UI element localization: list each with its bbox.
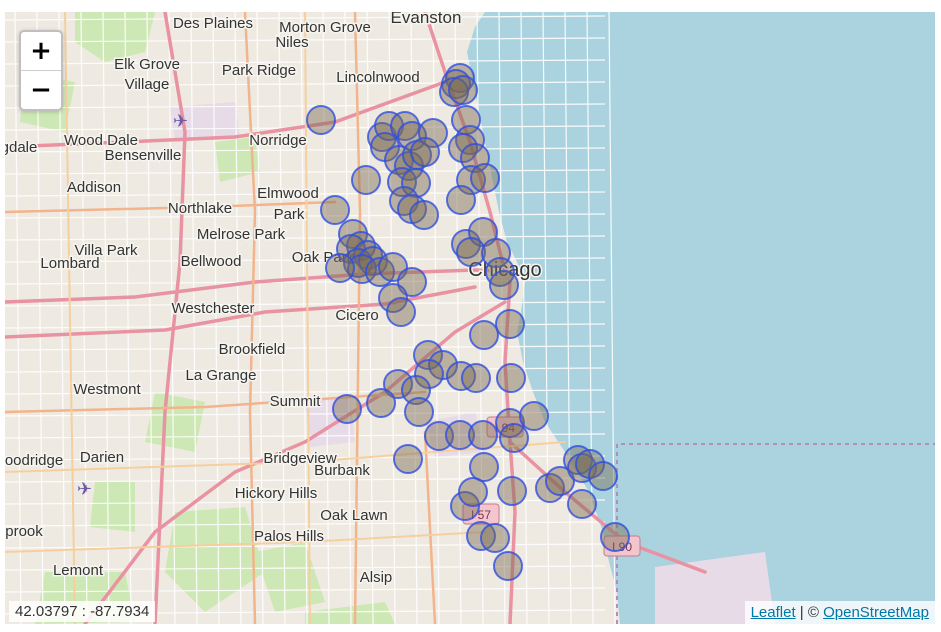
zoom-in-button[interactable]: +	[21, 32, 61, 70]
circle-marker[interactable]	[499, 423, 529, 453]
place-label: Melrose Park	[197, 226, 286, 243]
coordinate-readout: 42.03797 : -87.7934	[9, 601, 156, 622]
place-label: Lincolnwood	[336, 69, 419, 86]
circle-marker[interactable]	[306, 105, 336, 135]
openstreetmap-link[interactable]: OpenStreetMap	[823, 604, 929, 621]
place-label: prook	[5, 523, 43, 540]
circle-marker[interactable]	[409, 200, 439, 230]
circle-marker[interactable]	[495, 309, 525, 339]
place-label: Elk Grove	[114, 56, 180, 73]
place-label: oodridge	[5, 452, 63, 469]
circle-marker[interactable]	[393, 444, 423, 474]
circle-marker[interactable]	[351, 165, 381, 195]
place-label: Darien	[80, 449, 124, 466]
circle-marker[interactable]	[456, 237, 486, 267]
circle-marker[interactable]	[497, 476, 527, 506]
circle-marker[interactable]	[600, 522, 630, 552]
place-label: Lombard	[40, 255, 99, 272]
place-label: Alsip	[360, 569, 393, 586]
place-label: Lemont	[53, 562, 104, 579]
airport-icon: ✈	[173, 111, 188, 132]
circle-marker[interactable]	[469, 452, 499, 482]
attribution-separator: | ©	[795, 604, 824, 621]
circle-marker[interactable]	[588, 461, 618, 491]
place-label: Brookfield	[219, 341, 286, 358]
place-label: Westmont	[73, 381, 141, 398]
circle-marker[interactable]	[448, 75, 478, 105]
place-label: Summit	[270, 393, 322, 410]
map-container[interactable]: ✈ ✈ I 94 I 57 I 90 Des Plaines Morton Grove…	[5, 12, 935, 624]
lake-michigan	[467, 12, 935, 624]
place-label: Cicero	[335, 307, 378, 324]
place-label: Park Ridge	[222, 62, 296, 79]
place-label: Burbank	[314, 462, 370, 479]
circle-marker[interactable]	[366, 388, 396, 418]
place-label: Northlake	[168, 200, 232, 217]
zoom-control: + −	[19, 30, 63, 111]
place-label: La Grange	[186, 367, 257, 384]
attribution: Leaflet | © OpenStreetMap	[744, 601, 935, 624]
circle-marker[interactable]	[519, 401, 549, 431]
place-label: Norridge	[249, 132, 307, 149]
place-label: Elmwood	[257, 185, 319, 202]
airport-icon: ✈	[77, 479, 92, 500]
place-label: Niles	[275, 34, 308, 51]
circle-marker[interactable]	[386, 297, 416, 327]
circle-marker[interactable]	[496, 363, 526, 393]
circle-marker[interactable]	[567, 489, 597, 519]
place-label: Village	[125, 76, 170, 93]
circle-marker[interactable]	[410, 137, 440, 167]
circle-marker[interactable]	[404, 397, 434, 427]
circle-marker[interactable]	[458, 477, 488, 507]
map-canvas[interactable]: ✈ ✈ I 94I 57I 90 Des Plaines Morton Grove…	[5, 12, 935, 624]
leaflet-link[interactable]: Leaflet	[751, 604, 796, 621]
place-label: Park	[274, 206, 305, 223]
circle-marker[interactable]	[461, 363, 491, 393]
place-label: Palos Hills	[254, 528, 324, 545]
circle-marker[interactable]	[493, 551, 523, 581]
place-label: gdale	[5, 139, 37, 156]
zoom-out-button[interactable]: −	[21, 70, 61, 109]
place-label: Bellwood	[181, 253, 242, 270]
circle-marker[interactable]	[489, 270, 519, 300]
circle-marker[interactable]	[469, 320, 499, 350]
circle-marker[interactable]	[446, 185, 476, 215]
place-label: Hickory Hills	[235, 485, 318, 502]
place-label: Addison	[67, 179, 121, 196]
place-label: Oak Lawn	[320, 507, 388, 524]
place-label: Bensenville	[105, 147, 182, 164]
circle-marker[interactable]	[468, 420, 498, 450]
circle-marker[interactable]	[320, 195, 350, 225]
circle-marker[interactable]	[325, 253, 355, 283]
place-label: Evanston	[391, 12, 462, 27]
circle-marker[interactable]	[480, 523, 510, 553]
place-label: Westchester	[171, 300, 254, 317]
circle-marker[interactable]	[470, 163, 500, 193]
place-label: Des Plaines	[173, 15, 253, 32]
circle-marker[interactable]	[332, 394, 362, 424]
